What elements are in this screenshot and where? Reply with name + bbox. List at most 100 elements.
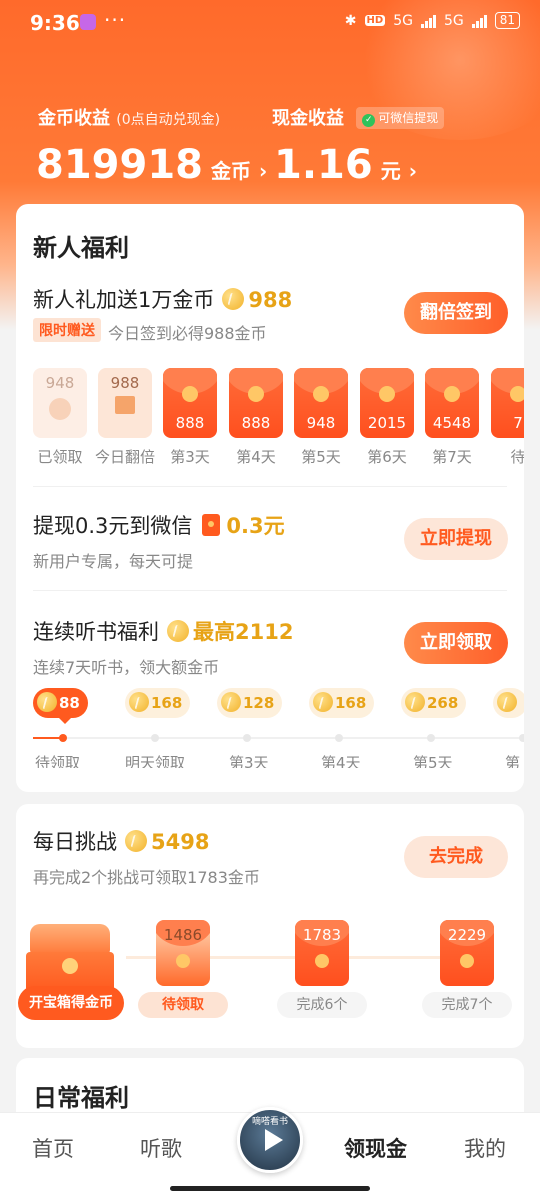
streak-pill[interactable]: 168 (125, 688, 191, 718)
day-item[interactable]: 988 今日翻倍 (95, 368, 155, 467)
streak-pill[interactable]: 88 (33, 688, 88, 724)
streak-label: 第 (505, 754, 521, 768)
divider (33, 590, 507, 591)
challenge-node[interactable]: 2229 完成7个 (422, 920, 512, 1018)
day-item[interactable]: 948 第5天 (294, 368, 348, 467)
coin-icon (125, 830, 147, 852)
listen-row-title: 连续听书福利 最高2112 (33, 616, 293, 646)
listen-title-text: 连续听书福利 (33, 620, 159, 644)
streak-pill[interactable]: 268 (401, 688, 467, 718)
streak-label: 第3天 (229, 754, 269, 768)
nav-home[interactable]: 首页 (32, 1133, 74, 1163)
day-item[interactable]: 2015 第6天 (360, 368, 414, 467)
streak-value: 88 (59, 694, 80, 712)
challenge-title: 每日挑战 5498 (33, 826, 209, 856)
challenge-node[interactable]: 1783 完成6个 (277, 920, 367, 1018)
streak-label: 待领取 (35, 754, 81, 768)
open-chest-button[interactable]: 开宝箱得金币 (18, 986, 124, 1020)
coin-earnings-label: 金币收益 (0点自动兑现金) (38, 104, 220, 130)
day-label: 待 (510, 448, 524, 466)
streak-label: 明天领取 (125, 754, 186, 768)
signal-icon-2 (471, 14, 487, 28)
coin-note: (0点自动兑现金) (116, 112, 221, 128)
challenge-sub: 再完成2个挑战可领取1783金币 (33, 868, 260, 887)
coin-unit: 金币 (211, 159, 251, 183)
day-value: 948 (306, 414, 336, 432)
day-item[interactable]: 888 第4天 (229, 368, 283, 467)
cash-unit: 元 (380, 159, 401, 183)
nav-mine[interactable]: 我的 (464, 1133, 506, 1163)
signin-days: 948 已领取 988 今日翻倍 888 第3天 888 第4天 948 第5天 2015… (33, 368, 524, 468)
listen-streak: 88 168 128 168 268 待领取 明天领取 第3天 第4天 第5天 … (33, 688, 524, 768)
hd-icon: HD (364, 15, 386, 26)
day-label: 第5天 (301, 448, 341, 466)
claim-now-button[interactable]: 立即领取 (404, 622, 508, 664)
go-complete-button[interactable]: 去完成 (404, 836, 508, 878)
coin-icon (313, 692, 333, 712)
double-signin-button[interactable]: 翻倍签到 (404, 292, 508, 334)
streak-label: 第5天 (413, 754, 453, 768)
withdraw-amount: 0.3元 (226, 514, 285, 538)
coin-balance[interactable]: 819918 金币 › (36, 142, 267, 188)
divider (33, 486, 507, 487)
withdraw-row-title: 提现0.3元到微信 0.3元 (33, 510, 285, 540)
limited-tag: 限时赠送 (33, 318, 101, 342)
withdraw-now-button[interactable]: 立即提现 (404, 518, 508, 560)
status-right: ✱ HD 5G 5G 81 (345, 12, 520, 29)
node-label: 完成6个 (277, 992, 367, 1018)
coin-label-text: 金币收益 (38, 108, 110, 129)
signal-icon (420, 14, 436, 28)
streak-value: 268 (427, 694, 459, 712)
newbie-title: 新人福利 (33, 234, 129, 262)
coin-icon (167, 620, 189, 642)
cash-balance[interactable]: 1.16 元 › (274, 142, 417, 188)
gift-sub: 今日签到必得988金币 (108, 324, 267, 343)
coin-icon (497, 692, 517, 712)
node-value: 2229 (447, 926, 487, 944)
cash-label-text: 现金收益 (272, 108, 344, 129)
gift-title-text: 新人礼加送1万金币 (33, 288, 215, 312)
cash-value: 1.16 (274, 142, 373, 188)
more-dots-icon: ··· (104, 8, 127, 32)
challenge-progress: 开宝箱得金币 1486 待领取 1783 完成6个 2229 完成7个 (16, 916, 524, 1036)
day-label: 第7天 (432, 448, 472, 466)
withdraw-sub: 新用户专属，每天可提 (33, 552, 194, 571)
day-value: 888 (241, 414, 271, 432)
app-notification-icon (80, 14, 96, 30)
day-value: 888 (175, 414, 205, 432)
node-value: 1783 (302, 926, 342, 944)
nav-cash[interactable]: 领现金 (344, 1133, 407, 1163)
streak-track (33, 737, 524, 739)
streak-pill[interactable]: 168 (309, 688, 375, 718)
track-dot (427, 734, 435, 742)
challenge-node[interactable]: 1486 待领取 (138, 920, 228, 1018)
player-button[interactable]: 嘀嗒看书 (237, 1107, 303, 1173)
streak-pill[interactable] (493, 688, 524, 718)
day-value: 2015 (367, 414, 407, 432)
gift-row-title: 新人礼加送1万金币 988 (33, 284, 292, 314)
daily-title: 日常福利 (33, 1084, 129, 1112)
day-item[interactable]: 888 第3天 (163, 368, 217, 467)
day-item[interactable]: 4548 第7天 (425, 368, 479, 467)
day-item[interactable]: 7待 (491, 368, 524, 467)
streak-value: 128 (243, 694, 275, 712)
streak-pill[interactable]: 128 (217, 688, 283, 718)
track-dot (335, 734, 343, 742)
track-dot (519, 734, 524, 742)
status-time: 9:36 (30, 11, 80, 35)
day-value: 988 (110, 374, 140, 392)
play-icon (265, 1129, 283, 1151)
coin-icon (405, 692, 425, 712)
challenge-title-text: 每日挑战 (33, 830, 117, 854)
treasure-chest-icon[interactable] (26, 924, 116, 994)
battery-icon: 81 (494, 12, 520, 29)
nav-music[interactable]: 听歌 (140, 1133, 182, 1163)
day-label: 已领取 (37, 448, 83, 466)
track-dot (151, 734, 159, 742)
check-icon: ✓ (362, 114, 376, 127)
chevron-right-icon: › (408, 159, 417, 183)
day-item[interactable]: 948 已领取 (33, 368, 87, 467)
home-indicator[interactable] (170, 1186, 370, 1191)
day-label: 第3天 (170, 448, 210, 466)
coin-icon (37, 692, 57, 712)
